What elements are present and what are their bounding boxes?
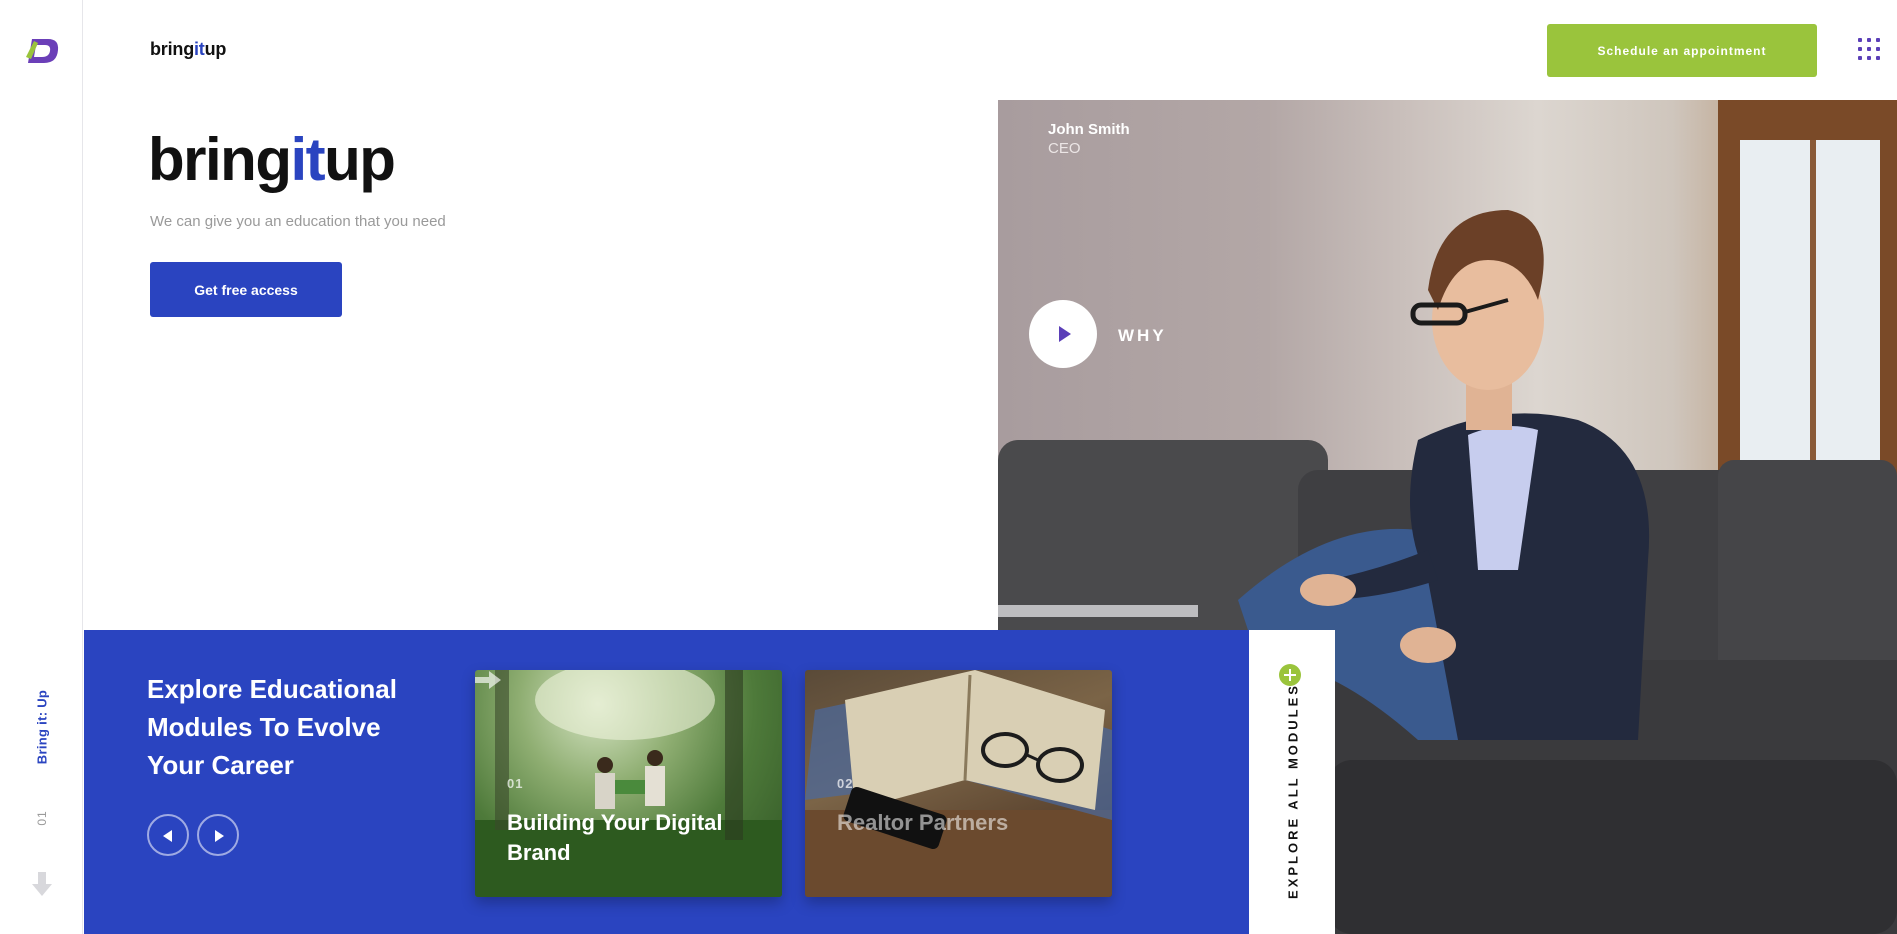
explore-all-modules-link[interactable]: EXPLORE ALL MODULES: [1249, 630, 1335, 934]
card-number: 01: [507, 776, 524, 791]
brand-suffix: up: [204, 39, 227, 59]
hero-subtitle: We can give you an education that you ne…: [150, 213, 446, 230]
arrow-right-icon: [215, 830, 224, 842]
person-name: John Smith: [1048, 121, 1130, 138]
logo-icon[interactable]: [24, 37, 60, 65]
rail-label: Bring it: Up: [34, 689, 50, 765]
card-title: Realtor Partners: [837, 810, 1009, 835]
hero-title-suffix: up: [324, 126, 396, 193]
brand-prefix: bring: [150, 39, 194, 59]
module-card[interactable]: 01 Building Your Digital Brand: [475, 670, 782, 897]
schedule-appointment-button[interactable]: Schedule an appointment: [1547, 24, 1817, 77]
card-arrow-icon[interactable]: [475, 670, 501, 690]
prev-slide-button[interactable]: [147, 814, 189, 856]
slide-number: 01: [35, 810, 49, 826]
card-number: 02: [837, 776, 854, 791]
left-rail: Bring it: Up 01: [0, 0, 83, 934]
card-title: Building Your Digital Brand: [507, 810, 723, 865]
module-card[interactable]: 02 Realtor Partners: [805, 670, 1112, 897]
brand-accent: it: [194, 39, 205, 59]
hero-title-accent: it: [290, 126, 325, 193]
modules-title: Explore Educational Modules To Evolve Yo…: [147, 674, 397, 780]
scroll-down-icon[interactable]: [31, 872, 53, 896]
play-icon: [1059, 326, 1071, 342]
hero-title: bringitup: [148, 130, 396, 190]
get-free-access-button[interactable]: Get free access: [150, 262, 342, 317]
play-video-button[interactable]: [1029, 300, 1097, 368]
modules-section: Explore Educational Modules To Evolve Yo…: [84, 630, 1249, 934]
arrow-left-icon: [163, 830, 172, 842]
hero-title-prefix: bring: [148, 126, 292, 193]
explore-all-modules-label: EXPLORE ALL MODULES: [1285, 683, 1301, 899]
header-brand[interactable]: bringitup: [150, 39, 226, 60]
person-role: CEO: [1048, 140, 1081, 157]
next-slide-button[interactable]: [197, 814, 239, 856]
why-label[interactable]: WHY: [1118, 326, 1167, 346]
menu-grid-icon[interactable]: [1858, 38, 1880, 60]
